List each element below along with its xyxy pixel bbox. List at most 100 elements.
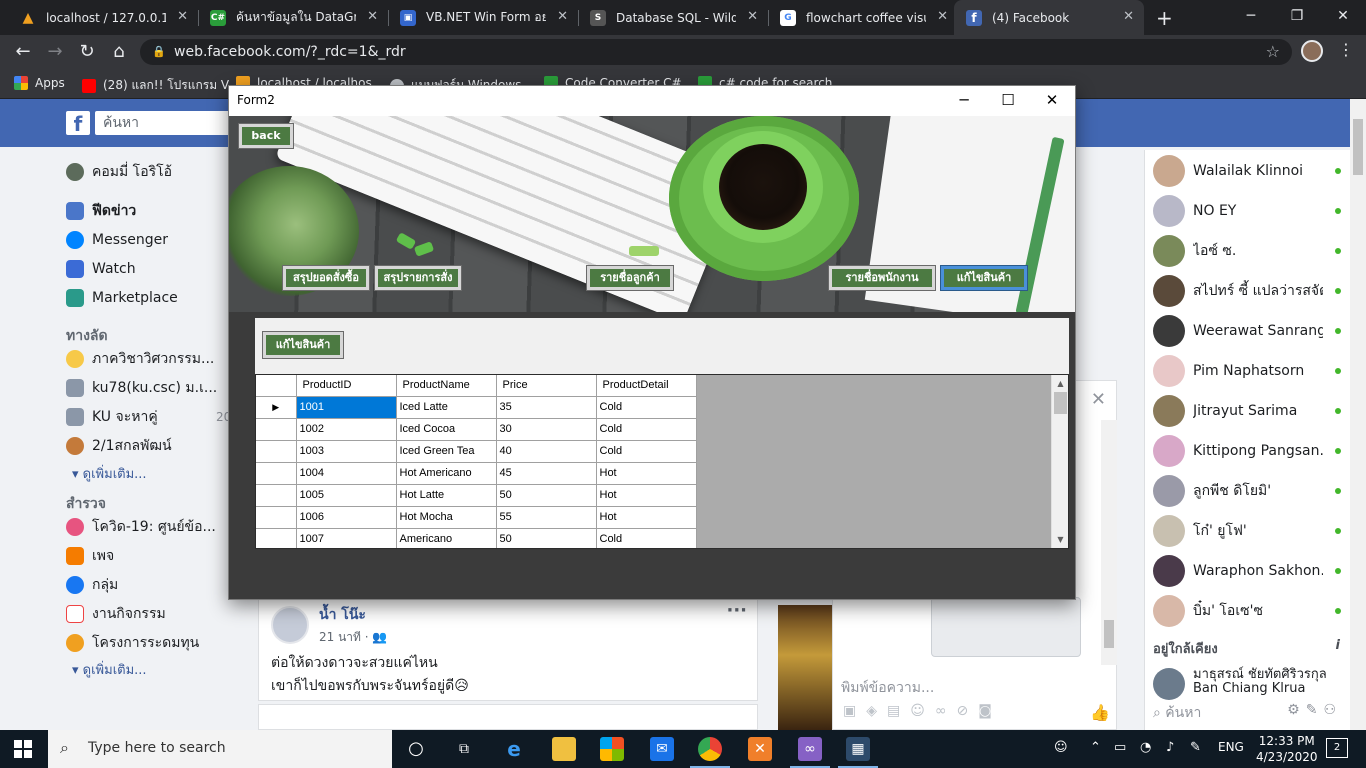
table-cell[interactable]: Hot	[596, 462, 697, 485]
table-cell[interactable]: 1005	[296, 484, 397, 507]
table-cell[interactable]: 50	[496, 484, 597, 507]
table-cell[interactable]: Iced Cocoa	[396, 418, 497, 441]
language-indicator[interactable]: ENG	[1218, 740, 1244, 754]
form-titlebar[interactable]: Form2 ─ ☐ ✕	[229, 86, 1075, 116]
notification-center-icon[interactable]: 2	[1326, 738, 1348, 758]
explore-item[interactable]: โครงการระดมทุน	[66, 632, 199, 654]
order-summary-button[interactable]: สรุปรายการสั่ง	[374, 265, 462, 291]
shared-screenshot-thumbnail[interactable]	[931, 597, 1081, 657]
contact-item[interactable]: NO EY	[1153, 195, 1349, 227]
close-button[interactable]: ✕	[1029, 88, 1075, 114]
facebook-logo[interactable]: f	[66, 111, 90, 136]
grid-vertical-scrollbar[interactable]: ▲ ▼	[1051, 375, 1068, 548]
close-chat-button[interactable]: ✕	[1091, 389, 1106, 410]
column-header-productname[interactable]: ProductName	[396, 375, 497, 397]
minimize-button[interactable]: ─	[941, 88, 987, 114]
contact-item[interactable]: Jitrayut Sarima	[1153, 395, 1349, 427]
row-header[interactable]	[256, 462, 297, 485]
nearby-contact[interactable]: มาธุสรณ์ ชัยทัตศิริวรกุล Ban Chiang Klru…	[1193, 668, 1327, 696]
customer-list-button[interactable]: รายชื่อลูกค้า	[586, 265, 674, 291]
close-tab-icon[interactable]: ✕	[1123, 9, 1134, 24]
link-icon[interactable]: ∞	[935, 703, 957, 719]
bookmark-apps[interactable]: Apps	[14, 76, 65, 90]
row-header[interactable]	[256, 484, 297, 507]
browser-tab[interactable]: G flowchart coffee visual ✕	[768, 0, 958, 35]
avatar[interactable]	[1153, 668, 1185, 700]
show-hidden-icons-chevron[interactable]: ⌃	[1090, 740, 1101, 755]
back-button[interactable]: back	[238, 123, 294, 149]
profile-avatar[interactable]	[1301, 40, 1323, 62]
contact-item[interactable]: สไปทร์ ซี้ แปลว่ารสจัด	[1153, 275, 1349, 307]
explore-item[interactable]: เพจ	[66, 545, 114, 567]
explore-item[interactable]: กลุ่ม	[66, 574, 118, 596]
product-datagridview[interactable]: ProductID ProductName Price ProductDetai…	[255, 374, 1069, 549]
contact-item[interactable]: บิ๋ม' โอเซ'ซ	[1153, 595, 1349, 627]
contact-item[interactable]: Walailak Klinnoi	[1153, 155, 1349, 187]
browser-tab[interactable]: C# ค้นหาข้อมูลใน DataGridvi ✕	[198, 0, 388, 35]
back-arrow-icon[interactable]: ←	[12, 41, 34, 62]
scroll-down-arrow-icon[interactable]: ▼	[1052, 531, 1068, 548]
browser-tab[interactable]: ▣ VB.NET Win Form อยากใ ✕	[388, 0, 578, 35]
scrollbar-thumb[interactable]	[1054, 392, 1067, 414]
close-tab-icon[interactable]: ✕	[937, 9, 948, 24]
thumbs-up-icon[interactable]: 👍	[1090, 703, 1110, 722]
row-header[interactable]	[256, 418, 297, 441]
table-cell[interactable]: Cold	[596, 396, 697, 419]
xampp-icon[interactable]: ✕	[748, 737, 772, 761]
home-icon[interactable]: ⌂	[108, 41, 130, 62]
sales-summary-button[interactable]: สรุปยอดสั่งซื้อ	[282, 265, 370, 291]
close-window-button[interactable]: ✕	[1320, 0, 1366, 35]
forward-arrow-icon[interactable]: →	[44, 41, 66, 62]
page-scrollbar[interactable]	[1350, 99, 1366, 730]
row-header-corner[interactable]	[256, 375, 297, 397]
scrollbar-thumb[interactable]	[1104, 620, 1114, 648]
maximize-button[interactable]: ☐	[985, 88, 1031, 114]
explore-item[interactable]: งานกิจกรรม	[66, 603, 166, 625]
nav-news-feed[interactable]: ฟีดข่าว	[66, 200, 136, 222]
photo-icon[interactable]: ▣	[843, 703, 866, 719]
table-cell[interactable]: 55	[496, 506, 597, 529]
mail-icon[interactable]: ✉	[650, 737, 674, 761]
store-icon[interactable]	[600, 737, 624, 761]
attach-icon[interactable]: ⊘	[957, 703, 979, 719]
shortcut-item[interactable]: ภาควิชาวิศวกรรม...	[66, 348, 214, 370]
contact-item[interactable]: Waraphon Sakhon...	[1153, 555, 1349, 587]
table-cell[interactable]: 1006	[296, 506, 397, 529]
chat-scrollbar[interactable]	[1101, 420, 1117, 665]
table-cell[interactable]: 1007	[296, 528, 397, 548]
windows-start-icon[interactable]	[14, 740, 32, 758]
contact-item[interactable]: Pim Naphatsorn	[1153, 355, 1349, 387]
nav-watch[interactable]: Watch	[66, 258, 136, 280]
edit-product-action-button[interactable]: แก้ไขสินค้า	[262, 331, 344, 359]
new-tab-button[interactable]: +	[1156, 6, 1173, 30]
sticker-icon[interactable]: ◈	[866, 703, 887, 719]
table-cell[interactable]: 30	[496, 418, 597, 441]
table-cell[interactable]: Hot Americano	[396, 462, 497, 485]
network-icon[interactable]: ◔	[1140, 740, 1151, 755]
chrome-icon[interactable]	[698, 737, 722, 761]
edit-product-button[interactable]: แก้ไขสินค้า	[940, 265, 1028, 291]
shortcut-item[interactable]: 2/1สกลพัฒน์	[66, 435, 172, 457]
reload-icon[interactable]: ↻	[76, 41, 98, 62]
facebook-search-input[interactable]: ค้นหา	[95, 111, 230, 135]
scroll-up-arrow-icon[interactable]: ▲	[1052, 375, 1068, 392]
message-input[interactable]: พิมพ์ข้อความ...	[841, 677, 934, 699]
people-icon[interactable]: ☺	[1054, 740, 1068, 755]
profile-link[interactable]: คอมมี่ โอริโอ้	[66, 161, 172, 183]
explore-item[interactable]: โควิด-19: ศูนย์ข้อ...	[66, 516, 216, 538]
table-cell[interactable]: Hot	[596, 506, 697, 529]
avatar[interactable]	[271, 606, 309, 644]
close-tab-icon[interactable]: ✕	[367, 9, 378, 24]
compose-icon[interactable]: ✎	[1306, 702, 1324, 718]
see-more-shortcuts[interactable]: ▾ ดูเพิ่มเติม...	[72, 463, 147, 484]
restore-button[interactable]: ❐	[1274, 0, 1320, 35]
post-options-icon[interactable]: ···	[726, 600, 747, 621]
edge-icon[interactable]: e	[502, 737, 526, 761]
table-cell[interactable]: 1002	[296, 418, 397, 441]
table-cell[interactable]: Iced Latte	[396, 396, 497, 419]
table-row[interactable]: 1006 Hot Mocha 55 Hot	[256, 506, 697, 529]
group-chat-icon[interactable]: ⚇	[1323, 702, 1342, 718]
file-explorer-icon[interactable]	[552, 737, 576, 761]
info-icon[interactable]: i	[1336, 638, 1340, 653]
column-header-productdetail[interactable]: ProductDetail	[596, 375, 697, 397]
